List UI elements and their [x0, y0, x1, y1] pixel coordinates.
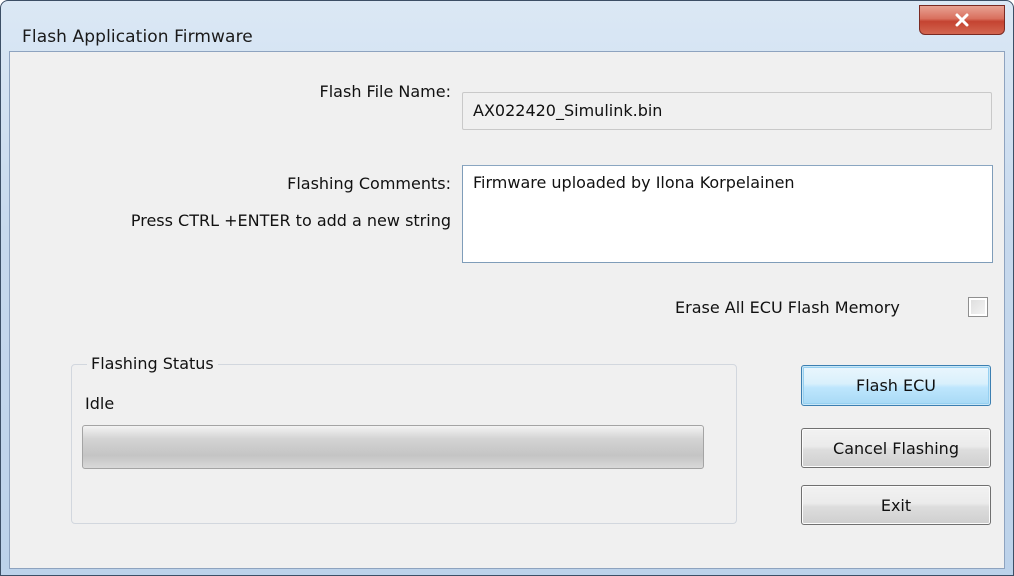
flash-file-name-field: AX022420_Simulink.bin	[462, 92, 992, 130]
status-text: Idle	[85, 394, 115, 413]
flash-file-name-value: AX022420_Simulink.bin	[473, 101, 663, 120]
flash-ecu-button[interactable]: Flash ECU	[801, 365, 991, 406]
close-icon	[955, 13, 969, 27]
erase-flash-checkbox[interactable]	[968, 297, 988, 317]
dialog-body: Flash File Name: AX022420_Simulink.bin F…	[9, 51, 1005, 569]
comments-hint-label: Press CTRL +ENTER to add a new string	[130, 211, 451, 230]
flash-file-name-label: Flash File Name:	[319, 82, 451, 101]
cancel-flashing-button[interactable]: Cancel Flashing	[801, 428, 991, 468]
flash-progress-bar	[82, 425, 704, 469]
flashing-comments-input[interactable]	[462, 165, 993, 263]
window-title: Flash Application Firmware	[22, 27, 253, 47]
title-bar[interactable]: Flash Application Firmware	[1, 1, 1013, 51]
erase-flash-label: Erase All ECU Flash Memory	[675, 298, 900, 317]
dialog-window: Flash Application Firmware Flash File Na…	[0, 0, 1014, 576]
flashing-comments-label: Flashing Comments:	[287, 174, 451, 193]
flashing-status-title: Flashing Status	[87, 354, 218, 373]
exit-button[interactable]: Exit	[801, 485, 991, 525]
close-button[interactable]	[919, 5, 1005, 35]
